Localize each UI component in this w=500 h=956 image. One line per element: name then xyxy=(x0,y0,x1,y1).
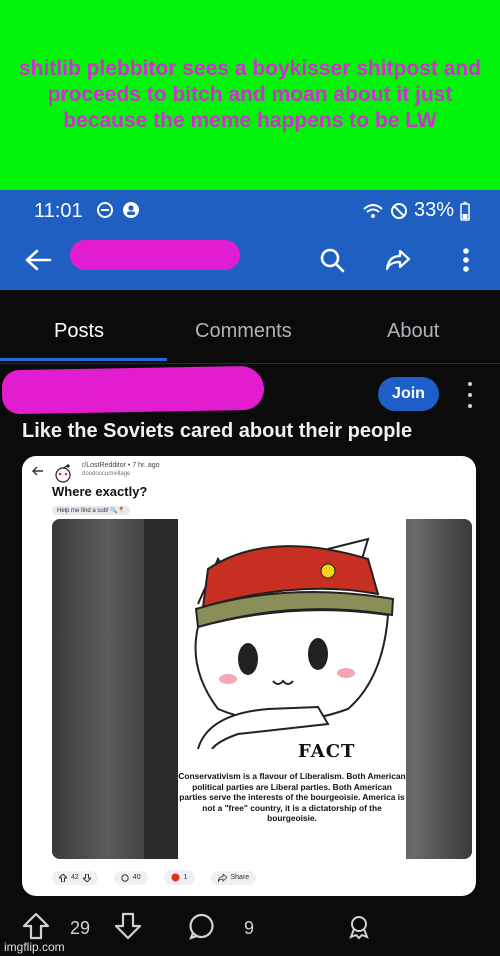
battery-percent: 33% xyxy=(413,199,454,221)
embedded-screenshot[interactable]: r/LostRedditor • 7 hr. ago doodoocumvill… xyxy=(22,456,476,896)
comment-icon[interactable] xyxy=(188,912,216,940)
share-icon xyxy=(217,873,227,882)
back-arrow-icon[interactable] xyxy=(18,240,58,280)
upvote-icon xyxy=(59,873,67,882)
do-not-disturb-icon xyxy=(97,202,113,218)
embedded-comment-pill: 40 xyxy=(113,870,148,885)
embedded-username: doodoocumvillage xyxy=(82,471,131,477)
embedded-subreddit-line: r/LostRedditor • 7 hr. ago xyxy=(82,462,160,469)
embedded-post-title: Where exactly? xyxy=(52,484,148,499)
blurred-background-left xyxy=(52,519,144,859)
account-icon xyxy=(123,202,139,218)
embedded-share-label: Share xyxy=(230,874,250,881)
no-sim-icon xyxy=(390,202,407,219)
upvote-icon[interactable] xyxy=(22,912,50,940)
back-arrow-icon xyxy=(32,466,43,476)
snoo-avatar-icon xyxy=(55,464,71,483)
embedded-vote-pill: 42 xyxy=(52,870,98,885)
embedded-comment-count: 40 xyxy=(132,874,141,881)
active-tab-indicator xyxy=(0,358,167,361)
redacted-post-author xyxy=(1,365,265,415)
redacted-subreddit-name xyxy=(70,240,240,270)
status-time: 11:01 xyxy=(34,200,83,222)
profile-tabs: Posts Comments About xyxy=(0,290,500,364)
award-icon[interactable] xyxy=(346,914,372,940)
embedded-flair: Help me find a sub! 🔍📍 xyxy=(52,506,131,515)
soviet-cat-drawing-icon xyxy=(194,537,395,750)
embedded-award-count: 1 xyxy=(183,874,188,881)
meme-text: Conservativism is a flavour of Liberalis… xyxy=(178,771,406,823)
caption-text: shitlib plebbitor sees a boykisser shitp… xyxy=(18,57,482,132)
embedded-vote-count: 42 xyxy=(71,874,79,881)
more-options-icon[interactable] xyxy=(446,240,486,280)
downvote-icon xyxy=(82,873,91,882)
upvote-count: 29 xyxy=(70,918,91,938)
post-title[interactable]: Like the Soviets cared about their peopl… xyxy=(22,420,412,443)
tab-posts[interactable]: Posts xyxy=(54,320,104,343)
embedded-action-bar: 42 40 1 Share xyxy=(52,870,257,885)
app-bar xyxy=(0,232,500,290)
comment-count: 9 xyxy=(244,918,255,938)
search-icon[interactable] xyxy=(312,240,352,280)
post-action-bar: 29 9 xyxy=(0,900,500,956)
battery-icon xyxy=(460,201,470,221)
embedded-award-pill: 1 xyxy=(163,870,195,885)
embedded-share-pill: Share xyxy=(210,870,257,885)
tab-comments[interactable]: Comments xyxy=(195,320,292,343)
embedded-media: FACT Conservativism is a flavour of Libe… xyxy=(52,519,472,859)
imgflip-watermark: imgflip.com xyxy=(4,940,65,954)
status-bar: 11:01 33% xyxy=(0,190,500,232)
meme-caption-banner: shitlib plebbitor sees a boykisser shitp… xyxy=(0,0,500,190)
comment-icon xyxy=(121,873,129,882)
join-button[interactable]: Join xyxy=(378,377,439,411)
award-icon xyxy=(171,873,180,882)
downvote-icon[interactable] xyxy=(114,912,142,940)
tab-about[interactable]: About xyxy=(387,320,439,343)
fact-caption: FACT xyxy=(298,741,356,762)
share-icon[interactable] xyxy=(378,240,418,280)
post-options-icon[interactable] xyxy=(462,382,478,408)
wifi-icon xyxy=(363,203,383,218)
